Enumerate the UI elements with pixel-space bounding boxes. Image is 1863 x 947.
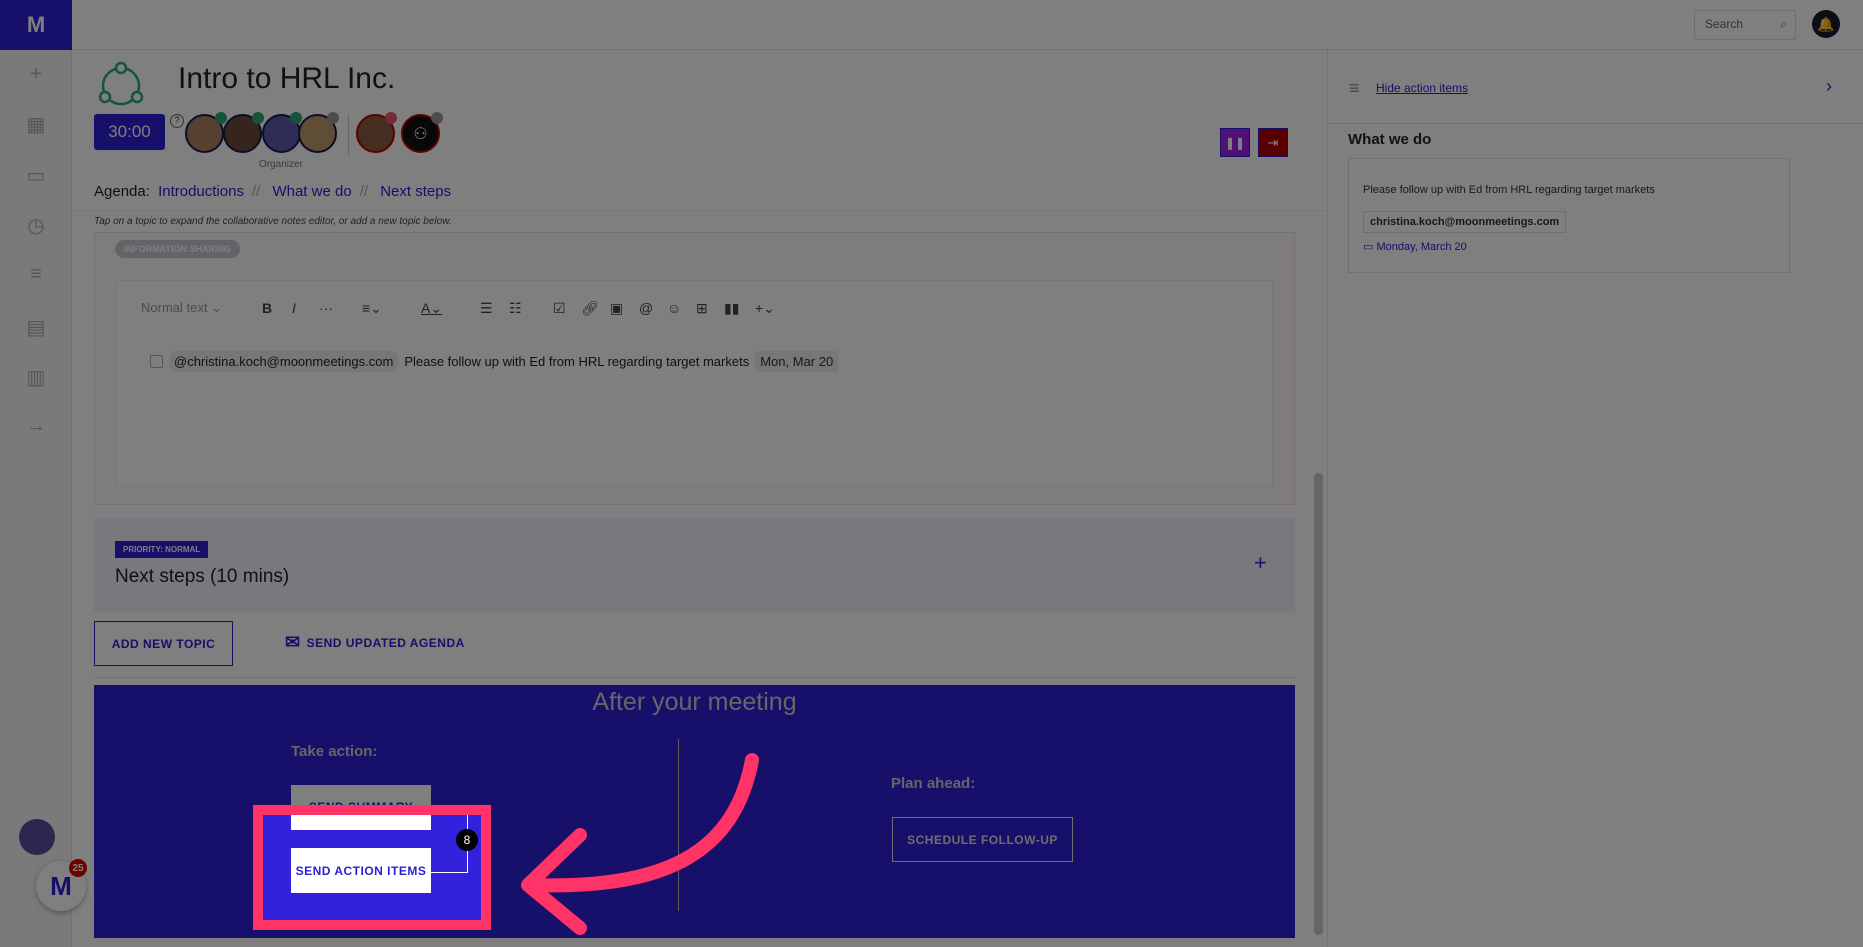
pointer-arrow-icon bbox=[521, 753, 759, 935]
link-icon[interactable]: 8 bbox=[456, 829, 478, 851]
connector-line bbox=[431, 872, 467, 873]
send-action-items-button[interactable]: SEND ACTION ITEMS bbox=[291, 848, 431, 893]
send-summary-button-part[interactable] bbox=[291, 815, 431, 830]
